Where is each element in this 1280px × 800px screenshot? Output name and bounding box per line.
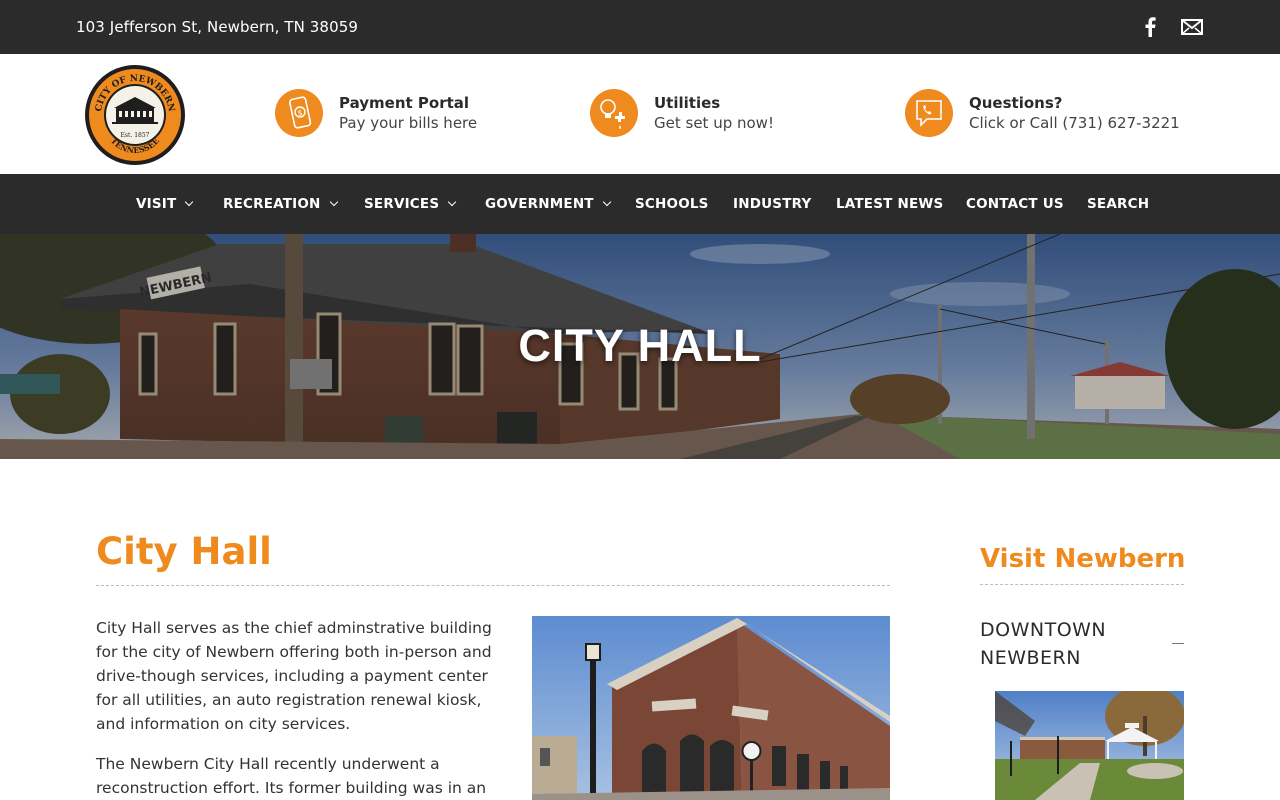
address-text: 103 Jefferson St, Newbern, TN 38059 <box>76 18 358 36</box>
chevron-down-icon <box>448 197 457 207</box>
sidebar-item-label: DOWNTOWN NEWBERN <box>980 619 1107 669</box>
questions-link[interactable]: Questions? Click or Call (731) 627-3221 <box>905 89 1180 137</box>
sidebar-divider <box>980 584 1184 585</box>
nav-item-visit[interactable]: VISIT <box>136 196 194 212</box>
phone-dollar-icon: $ <box>275 89 323 137</box>
hero-banner: NEWBERN CITY HALL <box>0 234 1280 459</box>
city-logo[interactable]: CITY OF NEWBERN TENNESSEE Est. 1857 <box>84 64 186 166</box>
nav-item-latest-news[interactable]: LATEST NEWS <box>836 196 943 212</box>
top-bar: 103 Jefferson St, Newbern, TN 38059 <box>0 0 1280 54</box>
payment-portal-subtitle: Pay your bills here <box>339 114 478 132</box>
nav-item-services[interactable]: SERVICES <box>364 196 457 212</box>
questions-subtitle: Click or Call (731) 627-3221 <box>969 114 1180 132</box>
site-header: CITY OF NEWBERN TENNESSEE Est. 1857 $ Pa… <box>0 54 1280 174</box>
bulb-faucet-icon <box>590 89 638 137</box>
chevron-down-icon <box>185 197 194 207</box>
questions-title: Questions? <box>969 94 1063 112</box>
utilities-title: Utilities <box>654 94 721 112</box>
nav-item-industry[interactable]: INDUSTRY <box>733 196 811 212</box>
payment-portal-title: Payment Portal <box>339 94 470 112</box>
main-nav: VISIT RECREATION SERVICES GOVERNMENT SCH… <box>0 174 1280 234</box>
sidebar-title: Visit Newbern <box>980 544 1186 574</box>
nav-item-recreation[interactable]: RECREATION <box>223 196 338 212</box>
intro-paragraph: City Hall serves as the chief adminstrat… <box>96 619 492 733</box>
collapse-icon[interactable] <box>1172 643 1184 644</box>
nav-item-government[interactable]: GOVERNMENT <box>485 196 611 212</box>
mail-icon[interactable] <box>1180 16 1204 38</box>
chat-phone-icon <box>905 89 953 137</box>
utilities-subtitle: Get set up now! <box>654 114 774 132</box>
logo-est-text: Est. 1857 <box>121 132 150 139</box>
city-hall-photo <box>532 616 890 800</box>
chevron-down-icon <box>329 197 338 207</box>
page-title: City Hall <box>96 530 272 573</box>
history-paragraph: The Newbern City Hall recently underwent… <box>96 755 487 797</box>
title-divider <box>96 585 890 586</box>
svg-text:$: $ <box>297 109 302 118</box>
nav-item-schools[interactable]: SCHOOLS <box>635 196 709 212</box>
downtown-newbern-photo[interactable] <box>995 691 1184 800</box>
hero-title: CITY HALL <box>518 320 762 371</box>
nav-item-search[interactable]: SEARCH <box>1087 196 1149 212</box>
utilities-link[interactable]: Utilities Get set up now! <box>590 89 774 137</box>
payment-portal-link[interactable]: $ Payment Portal Pay your bills here <box>275 89 478 137</box>
facebook-icon[interactable] <box>1138 16 1162 38</box>
chevron-down-icon <box>602 197 611 207</box>
nav-item-contact-us[interactable]: CONTACT US <box>966 196 1064 212</box>
sidebar-item-downtown-newbern[interactable]: DOWNTOWN NEWBERN <box>980 616 1184 672</box>
